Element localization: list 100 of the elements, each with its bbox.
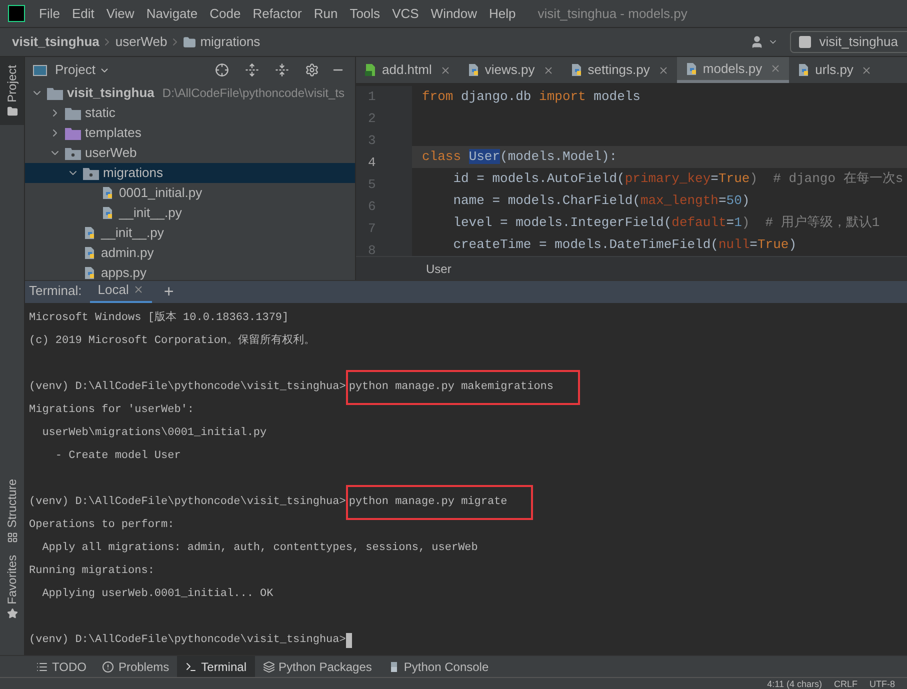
terminal-output: userWeb\migrations\0001_initial.py <box>41 427 267 439</box>
terminal-label: Terminal: <box>29 282 82 300</box>
editor-tab[interactable]: views.py <box>458 57 562 83</box>
close-icon[interactable] <box>658 64 669 76</box>
window-title: visit_tsinghua - models.py <box>538 4 688 23</box>
side-tab[interactable]: Project <box>0 57 24 126</box>
settings-icon[interactable] <box>305 63 319 77</box>
code-line: level = models.IntegerField(default=1) # 用户等级，默认1 <box>452 215 880 230</box>
python-file-icon <box>83 246 97 260</box>
close-icon[interactable] <box>132 284 144 295</box>
terminal-output: Applying userWeb.0001_initial... OK <box>41 588 274 600</box>
menu-item[interactable]: Navigate <box>140 4 204 24</box>
highlighted-command: python manage.py migrate <box>346 485 534 520</box>
tree-item[interactable]: static <box>25 103 355 123</box>
menu-item[interactable]: Help <box>483 4 522 24</box>
terminal-output: Migrations for 'userWeb': <box>29 404 194 416</box>
tree-item[interactable]: admin.py <box>25 243 355 263</box>
expand-all-icon[interactable] <box>245 63 259 77</box>
tool-window-tab[interactable]: TODO <box>28 656 94 677</box>
terminal-output: Operations to perform: <box>29 519 174 531</box>
code-line: name = models.CharField(max_length=50) <box>452 193 750 208</box>
package-folder-icon <box>83 166 99 180</box>
tree-item-label: visit_tsinghua <box>67 84 154 102</box>
folder-icon <box>183 36 196 48</box>
tree-item-label: templates <box>85 124 142 142</box>
terminal-prompt: (venv) D:\AllCodeFile\pythoncode\visit_tsinghua> <box>29 495 346 510</box>
tree-item[interactable]: migrations <box>25 163 355 183</box>
tree-item[interactable]: __init__.py <box>25 203 355 223</box>
menu-item[interactable]: VCS <box>386 4 425 24</box>
python-file-icon <box>684 62 699 76</box>
tool-window-tab[interactable]: Python Packages <box>254 656 380 677</box>
python-file-icon <box>83 226 97 240</box>
menu-item[interactable]: Code <box>204 4 247 24</box>
python-file-icon <box>83 266 97 280</box>
tool-window-tab[interactable]: Python Console <box>380 656 497 677</box>
python-file-icon <box>101 186 115 200</box>
tree-item-label: 0001_initial.py <box>119 184 202 202</box>
tree-item-label: migrations <box>103 164 163 182</box>
tree-item-label: userWeb <box>85 144 137 162</box>
app-logo <box>8 5 25 22</box>
status-item[interactable]: CRLF <box>834 678 858 688</box>
folder-icon <box>65 126 81 140</box>
breadcrumb[interactable]: visit_tsinghua <box>12 32 100 52</box>
folder-icon <box>47 86 63 100</box>
tree-item[interactable]: __init__.py <box>25 223 355 243</box>
editor-tab[interactable]: urls.py <box>789 57 880 83</box>
alert-icon <box>102 660 114 672</box>
menu-item[interactable]: Tools <box>344 4 386 24</box>
line-number: 4 <box>367 154 377 172</box>
tool-window-tab[interactable]: Problems <box>94 656 178 677</box>
tree-item-label: static <box>85 104 116 122</box>
side-tab[interactable]: Structure <box>0 478 24 543</box>
tool-window-tab[interactable]: Terminal <box>177 656 254 677</box>
editor-tab[interactable]: settings.py <box>562 57 677 83</box>
run-configuration-dropdown[interactable]: visit_tsinghua <box>790 31 907 53</box>
menu-item[interactable]: Run <box>308 4 344 24</box>
close-icon[interactable] <box>770 63 782 74</box>
close-icon[interactable] <box>440 64 451 76</box>
crosshair-icon[interactable] <box>215 63 229 77</box>
code-line: class User(models.Model): <box>422 149 618 164</box>
tree-item-label: __init__.py <box>101 224 164 242</box>
highlighted-command: python manage.py makemigrations <box>346 370 580 405</box>
terminal-output: - Create model User <box>54 450 181 462</box>
tree-item[interactable]: templates <box>25 123 355 143</box>
code-breadcrumb[interactable]: User <box>426 260 452 278</box>
session-tab[interactable]: Local <box>90 280 152 303</box>
tree-item[interactable]: 0001_initial.py <box>25 183 355 203</box>
menu-item[interactable]: Refactor <box>246 4 308 24</box>
package-folder-icon <box>65 146 81 160</box>
tree-item-path: D:\AllCodeFile\pythoncode\visit_ts <box>162 85 345 102</box>
menu-item[interactable]: Edit <box>66 4 100 24</box>
code-line: from django.db import models <box>422 89 640 104</box>
status-item[interactable]: UTF-8 <box>870 678 895 688</box>
close-icon[interactable] <box>542 64 554 76</box>
close-icon[interactable] <box>861 64 872 76</box>
tree-item[interactable]: visit_tsinghua D:\AllCodeFile\pythoncode\visit_ts <box>25 83 355 103</box>
panel-title[interactable]: Project <box>55 60 96 80</box>
python-file-icon <box>101 206 115 220</box>
side-tab[interactable]: Favorites <box>0 554 24 619</box>
terminal-icon <box>185 660 198 672</box>
status-item[interactable]: 4:11 (4 chars) <box>767 678 822 688</box>
tree-item[interactable]: userWeb <box>25 143 355 163</box>
star-icon <box>6 608 18 619</box>
breadcrumb[interactable]: userWeb <box>115 32 168 52</box>
new-tab-button[interactable]: + <box>160 282 178 303</box>
folder-icon <box>6 106 18 118</box>
user-icon[interactable] <box>750 35 764 49</box>
breadcrumb[interactable]: migrations <box>200 32 260 52</box>
menu-item[interactable]: View <box>100 4 140 24</box>
collapse-all-icon[interactable] <box>275 63 289 77</box>
grid-icon <box>6 532 18 543</box>
terminal-prompt: (venv) D:\AllCodeFile\pythoncode\visit_tsinghua> <box>29 633 346 648</box>
editor-tab[interactable]: add.html <box>356 57 459 83</box>
layers-icon <box>262 660 274 672</box>
tree-item[interactable]: apps.py <box>25 263 355 280</box>
editor-tab[interactable]: models.py <box>676 57 790 83</box>
menu-item[interactable]: File <box>33 4 66 24</box>
code-line: id = models.AutoField(primary_key=True) # django 在每一次s <box>452 171 904 186</box>
tree-item-label: admin.py <box>101 244 154 262</box>
menu-item[interactable]: Window <box>424 4 484 24</box>
